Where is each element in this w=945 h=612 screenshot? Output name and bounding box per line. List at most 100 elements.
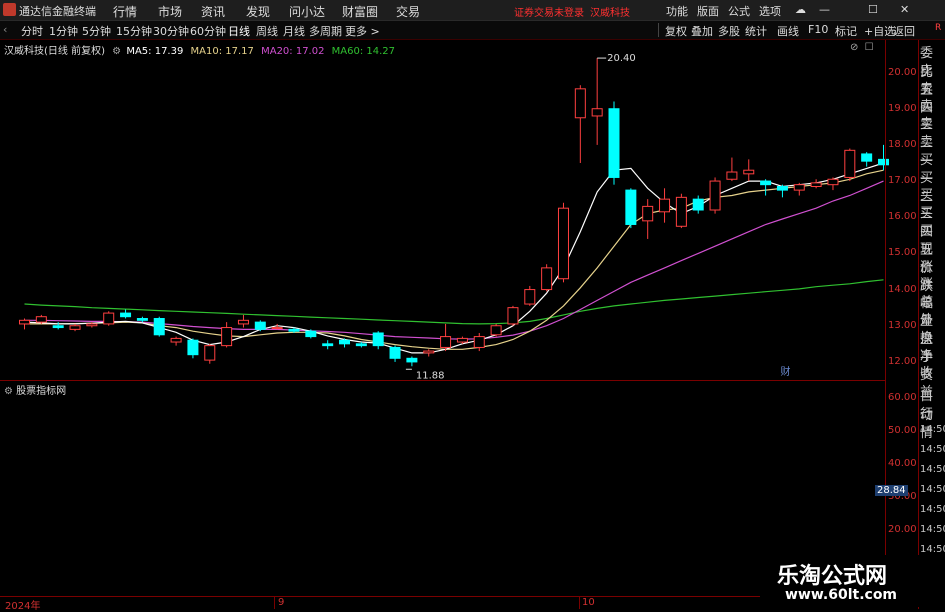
candle-body — [221, 327, 233, 347]
candle-body — [776, 185, 788, 191]
candle-body — [305, 330, 317, 338]
tab-weekly[interactable]: 周线 — [256, 23, 278, 39]
cloud-icon[interactable]: ☁ — [795, 3, 806, 16]
candle-body — [69, 325, 81, 330]
candle-body — [709, 180, 721, 211]
candle-body — [355, 343, 367, 347]
title-bar: 通达信金融终端 行情 市场 资讯 发现 问小达 财富圈 交易 证券交易未登录 汉… — [0, 0, 945, 21]
app-name: 通达信金融终端 — [19, 5, 96, 18]
mark-button[interactable]: 标记 — [835, 23, 857, 39]
formula-button[interactable]: 公式 — [728, 3, 750, 19]
tab-60min[interactable]: 60分钟 — [190, 23, 226, 39]
menu-hangqing[interactable]: 行情 — [113, 3, 137, 20]
candle-body — [406, 357, 418, 363]
candle-body — [271, 327, 283, 330]
candle-body — [372, 332, 384, 347]
menu-shichang[interactable]: 市场 — [158, 3, 182, 20]
watermark-url: www.60lt.com — [785, 587, 898, 603]
add-watchlist-button[interactable]: +自选 — [864, 23, 895, 39]
price-tick: 15.00 — [888, 247, 917, 259]
ma20-line — [24, 180, 884, 340]
candle-body — [237, 319, 249, 325]
stats-button[interactable]: 统计 — [745, 23, 767, 39]
candle-body — [625, 189, 637, 225]
quote-mode-label[interactable]: 行情 — [920, 403, 945, 441]
candle-body — [524, 289, 536, 305]
price-tick: 14.00 — [888, 283, 917, 295]
ma5-label: MA5: 17.39 — [126, 46, 184, 57]
candle-body — [659, 198, 671, 213]
overlay-button[interactable]: 叠加 — [691, 23, 713, 39]
tab-more[interactable]: 更多 > — [345, 23, 380, 39]
ind-tick-50: 50.00 — [888, 425, 917, 436]
f10-button[interactable]: F10 — [808, 23, 828, 36]
period-toolbar: ‹ 分时 1分钟 5分钟 15分钟 30分钟 60分钟 日线 周线 月线 多周期… — [0, 21, 945, 40]
login-warning[interactable]: 证券交易未登录 — [514, 4, 584, 19]
options-button[interactable]: 选项 — [759, 3, 781, 19]
candle-body — [322, 343, 334, 347]
tab-multi-period[interactable]: 多周期 — [309, 23, 342, 39]
candlestick-chart[interactable]: 20.40 11.88 财 — [0, 40, 918, 380]
date-label-9: 9 — [278, 597, 285, 608]
candle-body — [574, 88, 586, 119]
tab-15min[interactable]: 15分钟 — [116, 23, 152, 39]
menu-wenxiaoda[interactable]: 问小达 — [289, 3, 325, 20]
price-tick: 20.00 — [888, 66, 917, 78]
close-icon[interactable]: ✕ — [900, 3, 909, 16]
candle-body — [507, 307, 519, 325]
chart-window-controls[interactable]: ⊘ ☐ — [850, 42, 874, 53]
tab-daily[interactable]: 日线 — [228, 23, 250, 39]
candle-body — [490, 325, 502, 336]
back-button[interactable]: 返回 — [893, 23, 915, 39]
ma60-label: MA60: 14.27 — [331, 46, 396, 57]
date-label-2024: 2024年 — [5, 601, 41, 612]
indicator-name: 股票指标网 — [16, 386, 67, 397]
date-label-10: 10 — [582, 597, 595, 608]
func-button[interactable]: 功能 — [666, 3, 688, 19]
tab-fenshi[interactable]: 分时 — [21, 23, 43, 39]
month-divider — [579, 597, 580, 609]
tab-monthly[interactable]: 月线 — [283, 23, 305, 39]
candle-body — [120, 312, 132, 318]
candle-body — [389, 346, 401, 359]
price-tick: 18.00 — [888, 138, 917, 150]
price-tick: 12.00 — [888, 355, 917, 367]
candle-body — [793, 184, 805, 191]
menu-jiaoyi[interactable]: 交易 — [396, 3, 420, 20]
month-divider — [274, 597, 275, 609]
menu-caifuquan[interactable]: 财富圈 — [342, 3, 378, 20]
restore-icon[interactable]: ⊘ — [850, 42, 858, 53]
watermark-title: 乐淘公式网 — [777, 564, 888, 589]
settings-gear-icon[interactable]: ⚙ — [112, 46, 121, 57]
minimize-icon[interactable]: — — [819, 3, 830, 16]
trade-time: 14:50 — [920, 504, 945, 515]
candle-body — [557, 207, 569, 280]
fuquan-button[interactable]: 复权 — [665, 23, 687, 39]
candle-body — [760, 180, 772, 186]
candle-body — [35, 316, 47, 323]
multi-stock-button[interactable]: 多股 — [718, 23, 740, 39]
ind-tick-20: 20.00 — [888, 524, 917, 535]
tab-30min[interactable]: 30分钟 — [153, 23, 189, 39]
candle-body — [675, 196, 687, 227]
candle-body — [423, 350, 435, 354]
menu-zixun[interactable]: 资讯 — [201, 3, 225, 20]
indicator-gear-icon[interactable]: ⚙ — [4, 386, 13, 397]
candle-body — [52, 325, 64, 329]
candle-body — [19, 319, 30, 325]
collapse-arrow-icon[interactable]: ‹ — [3, 23, 7, 36]
draw-line-button[interactable]: 画线 — [777, 23, 799, 39]
divider — [658, 23, 659, 37]
expand-icon[interactable]: ☐ — [865, 42, 874, 53]
tab-5min[interactable]: 5分钟 — [82, 23, 111, 39]
candle-body — [810, 182, 822, 187]
candle-body — [204, 345, 216, 361]
chart-info-line: 汉威科技(日线 前复权) ⚙ MA5: 17.39 MA10: 17.17 MA… — [4, 42, 395, 57]
menu-faxian[interactable]: 发现 — [246, 3, 270, 20]
layout-button[interactable]: 版面 — [697, 3, 719, 19]
tab-1min[interactable]: 1分钟 — [49, 23, 78, 39]
trade-time: 14:50 — [920, 524, 945, 535]
ind-tick-60: 60.00 — [888, 392, 917, 403]
title-stock-name: 汉威科技 — [590, 8, 630, 19]
maximize-icon[interactable]: ☐ — [868, 3, 878, 16]
